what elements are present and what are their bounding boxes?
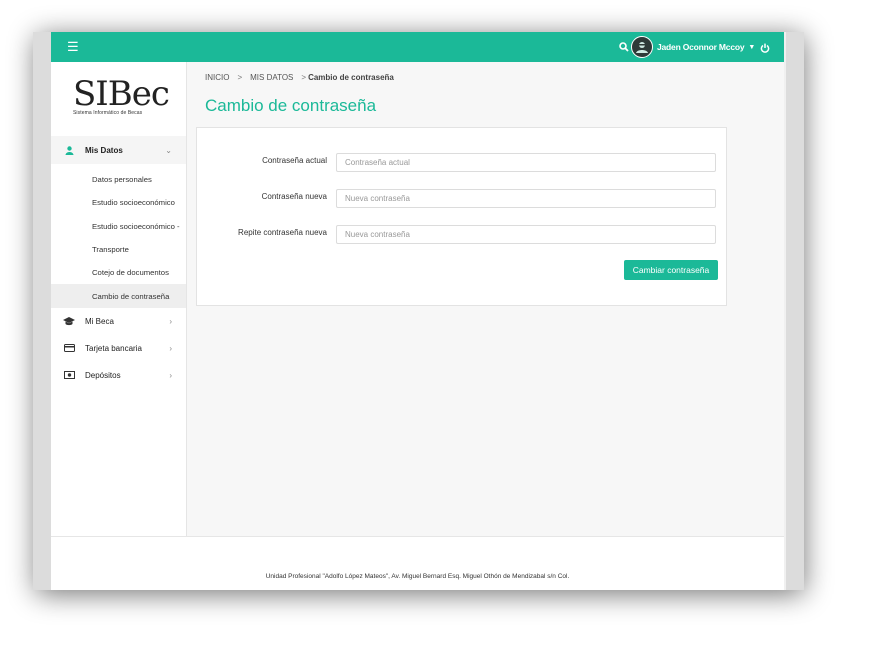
form-row-repeat: Repite contraseña nueva <box>197 225 726 247</box>
sidebar-item-mis-datos[interactable]: Mis Datos ⌄ <box>51 136 186 164</box>
left-backdrop <box>33 32 51 590</box>
avatar <box>631 36 653 58</box>
sidebar-item-mi-beca[interactable]: Mi Beca › <box>51 307 186 335</box>
main-content: INICIO > MIS DATOS > Cambio de contraseña Ca… <box>187 62 784 536</box>
sidebar-item-label: Mis Datos <box>85 145 123 155</box>
field-label: Contraseña nueva <box>261 192 327 201</box>
chevron-right-icon: › <box>169 370 172 380</box>
money-icon <box>63 370 75 380</box>
sidebar-subitem-transporte[interactable]: Transporte <box>51 238 186 261</box>
breadcrumb-separator: > <box>301 73 307 82</box>
search-icon[interactable] <box>619 39 629 57</box>
user-name: Jaden Oconnor Mccoy <box>657 42 745 52</box>
new-password-field[interactable] <box>336 189 716 208</box>
field-label: Repite contraseña nueva <box>238 228 327 237</box>
chevron-down-icon: ▼ <box>748 43 756 51</box>
repeat-password-field[interactable] <box>336 225 716 244</box>
sidebar-subitem-cotejo-documentos[interactable]: Cotejo de documentos <box>51 261 186 284</box>
top-navbar: ☰ Jaden Oconnor Mccoy ▼ <box>51 32 784 62</box>
breadcrumb-inicio[interactable]: INICIO <box>205 73 229 82</box>
chevron-right-icon: › <box>169 316 172 326</box>
breadcrumb: INICIO > MIS DATOS > Cambio de contraseña <box>205 73 394 82</box>
sidebar: SIBec Sistema Informático de Becas Mis D… <box>51 62 187 536</box>
user-menu[interactable]: Jaden Oconnor Mccoy ▼ <box>631 36 755 58</box>
password-form-card: Contraseña actual Contraseña nueva Repit… <box>196 127 727 306</box>
field-label: Contraseña actual <box>262 156 327 165</box>
page-title: Cambio de contraseña <box>205 96 377 115</box>
sidebar-subitem-estudio-socioeconomico[interactable]: Estudio socioeconómico <box>51 191 186 214</box>
change-password-button[interactable]: Cambiar contraseña <box>624 260 718 280</box>
right-backdrop <box>786 32 804 590</box>
credit-card-icon <box>63 343 75 353</box>
form-row-new: Contraseña nueva <box>197 189 726 211</box>
footer-text: Unidad Profesional "Adolfo López Mateos"… <box>265 573 570 580</box>
sidebar-item-label: Depósitos <box>85 370 121 380</box>
sidebar-subitem-estudio-socioeconomico-transporte[interactable]: Estudio socioeconómico - <box>51 215 186 238</box>
sidebar-subitem-cambio-contrasena[interactable]: Cambio de contraseña <box>51 284 186 308</box>
sidebar-item-label: Mi Beca <box>85 316 114 326</box>
current-password-field[interactable] <box>336 153 716 172</box>
breadcrumb-separator: > <box>237 73 243 82</box>
sidebar-item-tarjeta-bancaria[interactable]: Tarjeta bancaria › <box>51 334 186 362</box>
sidebar-item-label: Tarjeta bancaria <box>85 343 142 353</box>
logo: SIBec Sistema Informático de Becas <box>73 74 170 126</box>
chevron-right-icon: › <box>169 343 172 353</box>
power-icon[interactable] <box>760 40 770 58</box>
browser-window: ☰ Jaden Oconnor Mccoy ▼ SIBec Sistema In… <box>33 32 804 590</box>
chevron-down-icon: ⌄ <box>165 145 172 155</box>
sidebar-item-depositos[interactable]: Depósitos › <box>51 361 186 389</box>
sidebar-menu: Mis Datos ⌄ Datos personales Estudio soc… <box>51 136 186 389</box>
user-icon <box>63 145 75 155</box>
form-row-current: Contraseña actual <box>197 153 726 175</box>
logo-text: SIBec <box>73 74 170 114</box>
footer: Unidad Profesional "Adolfo López Mateos"… <box>51 536 784 590</box>
sidebar-subitem-datos-personales[interactable]: Datos personales <box>51 168 186 191</box>
graduation-cap-icon <box>63 316 75 326</box>
breadcrumb-mis-datos[interactable]: MIS DATOS <box>250 73 293 82</box>
breadcrumb-current: Cambio de contraseña <box>308 73 394 82</box>
hamburger-icon[interactable]: ☰ <box>67 40 79 54</box>
